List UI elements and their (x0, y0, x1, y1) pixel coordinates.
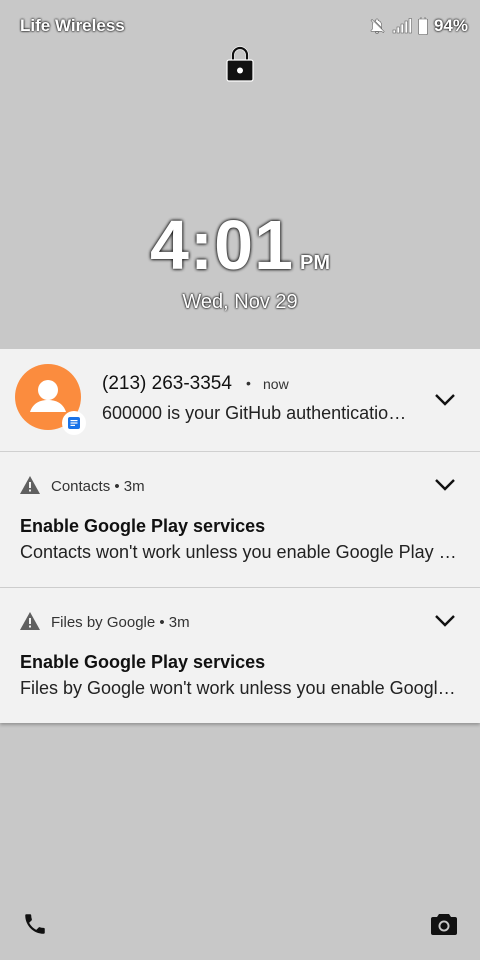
notifications-off-icon (368, 17, 386, 35)
chevron-down-icon[interactable] (434, 393, 456, 407)
camera-icon[interactable] (430, 911, 458, 937)
notification-text: 600000 is your GitHub authentication cod… (102, 403, 414, 423)
notification-title: Enable Google Play services (20, 652, 266, 672)
app-header: Contacts • 3m (51, 478, 145, 495)
warning-icon (20, 612, 40, 630)
phone-icon[interactable] (22, 911, 48, 937)
sms-notification[interactable]: (213) 263-3354 • now 600000 is your GitH… (0, 349, 480, 452)
notification-title: (213) 263-3354 (102, 373, 232, 394)
warning-icon (20, 476, 40, 494)
clock-time: 4:01 (149, 206, 295, 284)
notification-text: Files by Google won't work unless you en… (20, 678, 458, 698)
clock-ampm: PM (300, 252, 331, 274)
lockscreen-date: Wed, Nov 29 (182, 291, 298, 313)
battery-icon (418, 17, 428, 35)
app-header: Files by Google • 3m (51, 614, 190, 631)
chevron-down-icon[interactable] (434, 478, 456, 492)
notification-list: (213) 263-3354 • now 600000 is your GitH… (0, 349, 480, 723)
notification-title: Enable Google Play services (20, 516, 266, 536)
lock-icon (224, 44, 256, 84)
messages-badge-icon (62, 411, 86, 435)
separator-dot: • (246, 375, 251, 391)
chevron-down-icon[interactable] (434, 614, 456, 628)
files-notification[interactable]: Files by Google • 3m Enable Google Play … (0, 588, 480, 723)
contacts-notification[interactable]: Contacts • 3m Enable Google Play service… (0, 452, 480, 588)
signal-icon (392, 18, 412, 34)
battery-percent: 94% (433, 16, 468, 35)
notification-time: now (263, 376, 289, 392)
carrier-name: Life Wireless (20, 16, 125, 35)
lockscreen-clock: 4:01 PM (0, 205, 480, 285)
status-icons: 94% (368, 14, 468, 38)
notification-text: Contacts won't work unless you enable Go… (20, 542, 458, 562)
